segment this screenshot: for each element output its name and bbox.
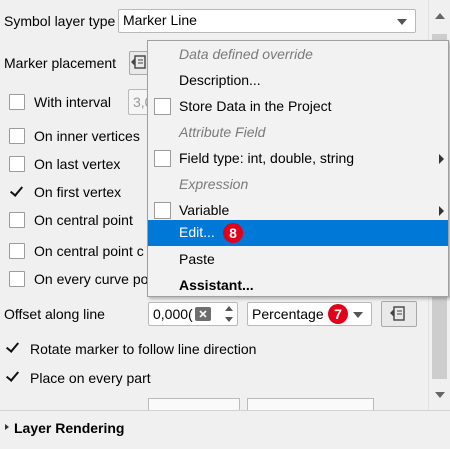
rotate-marker-label: Rotate marker to follow line direction — [30, 341, 257, 357]
with-interval-label: With interval — [34, 94, 112, 110]
menu-item-label: Description... — [179, 72, 261, 88]
spin-up-icon[interactable] — [225, 306, 233, 311]
checkbox-icon — [154, 202, 171, 219]
menu-item-data-defined-override: Data defined override — [148, 42, 448, 68]
every-curve-point-checkbox[interactable] — [9, 271, 25, 287]
first-vertex-checkbox[interactable] — [9, 184, 25, 200]
collapse-arrow-icon[interactable] — [5, 424, 9, 430]
chevron-down-icon — [397, 19, 407, 25]
scroll-up-icon[interactable] — [435, 13, 445, 19]
offset-value: 0,000( — [153, 306, 193, 322]
every-part-label: Place on every part — [30, 370, 151, 386]
clear-icon[interactable] — [195, 307, 211, 321]
menu-item-label: Assistant... — [179, 277, 254, 293]
menu-item-attribute-field: Attribute Field — [148, 120, 448, 146]
offset-spinbox[interactable]: 0,000( — [148, 302, 238, 326]
submenu-arrow-icon — [439, 154, 444, 164]
offset-unit-combo[interactable]: Percentage 7 — [247, 302, 372, 326]
menu-item-label: Variable — [179, 202, 230, 218]
menu-item-label: Store Data in the Project — [179, 98, 332, 114]
menu-item-label: Field type: int, double, string — [179, 150, 355, 166]
menu-item-assistant[interactable]: Assistant... — [148, 273, 448, 299]
every-curve-point-label: On every curve po — [34, 271, 149, 287]
menu-item-paste[interactable]: Paste — [148, 247, 448, 273]
menu-item-description[interactable]: Description... — [148, 68, 448, 94]
submenu-arrow-icon — [439, 206, 444, 216]
last-vertex-checkbox[interactable] — [9, 156, 25, 172]
marker-placement-label: Marker placement — [4, 55, 117, 71]
central-point-curve-label: On central point c — [34, 243, 144, 259]
with-interval-checkbox[interactable] — [9, 94, 25, 110]
symbol-layer-type-combo[interactable]: Marker Line — [118, 9, 416, 33]
chevron-down-icon — [353, 312, 363, 318]
last-vertex-label: On last vertex — [34, 156, 121, 172]
checkbox-icon — [154, 98, 171, 115]
offset-data-defined-button[interactable] — [381, 301, 417, 327]
first-vertex-label: On first vertex — [34, 184, 122, 200]
central-point-curve-checkbox[interactable] — [9, 243, 25, 259]
offset-unit-value: Percentage — [252, 306, 324, 322]
step-badge-7: 7 — [328, 304, 348, 324]
spin-down-icon[interactable] — [225, 317, 233, 322]
menu-item-store-data[interactable]: Store Data in the Project — [148, 94, 448, 120]
menu-item-label: Edit... — [179, 224, 215, 240]
inner-vertices-label: On inner vertices — [34, 128, 140, 144]
menu-item-label: Paste — [179, 251, 215, 267]
every-part-checkbox[interactable] — [5, 369, 21, 385]
context-menu: Data defined override Description... Sto… — [147, 40, 449, 297]
divider — [0, 410, 450, 411]
menu-item-label: Attribute Field — [179, 124, 266, 140]
menu-item-field-type[interactable]: Field type: int, double, string — [148, 146, 448, 172]
menu-item-label: Expression — [179, 176, 249, 192]
checkbox-icon — [154, 150, 171, 167]
inner-vertices-checkbox[interactable] — [9, 128, 25, 144]
offset-label: Offset along line — [4, 306, 105, 322]
layer-rendering-header[interactable]: Layer Rendering — [14, 420, 124, 436]
data-defined-override-icon[interactable] — [129, 51, 149, 75]
central-point-label: On central point — [34, 212, 133, 228]
central-point-checkbox[interactable] — [9, 212, 25, 228]
symbol-layer-type-value: Marker Line — [123, 12, 197, 28]
menu-item-label: Data defined override — [179, 46, 313, 62]
scroll-down-icon[interactable] — [435, 392, 445, 398]
step-badge-8: 8 — [223, 223, 243, 243]
symbol-layer-type-label: Symbol layer type — [4, 13, 116, 29]
menu-item-edit[interactable]: Edit... 8 — [148, 220, 448, 246]
menu-item-expression: Expression — [148, 172, 448, 198]
rotate-marker-checkbox[interactable] — [5, 340, 21, 356]
